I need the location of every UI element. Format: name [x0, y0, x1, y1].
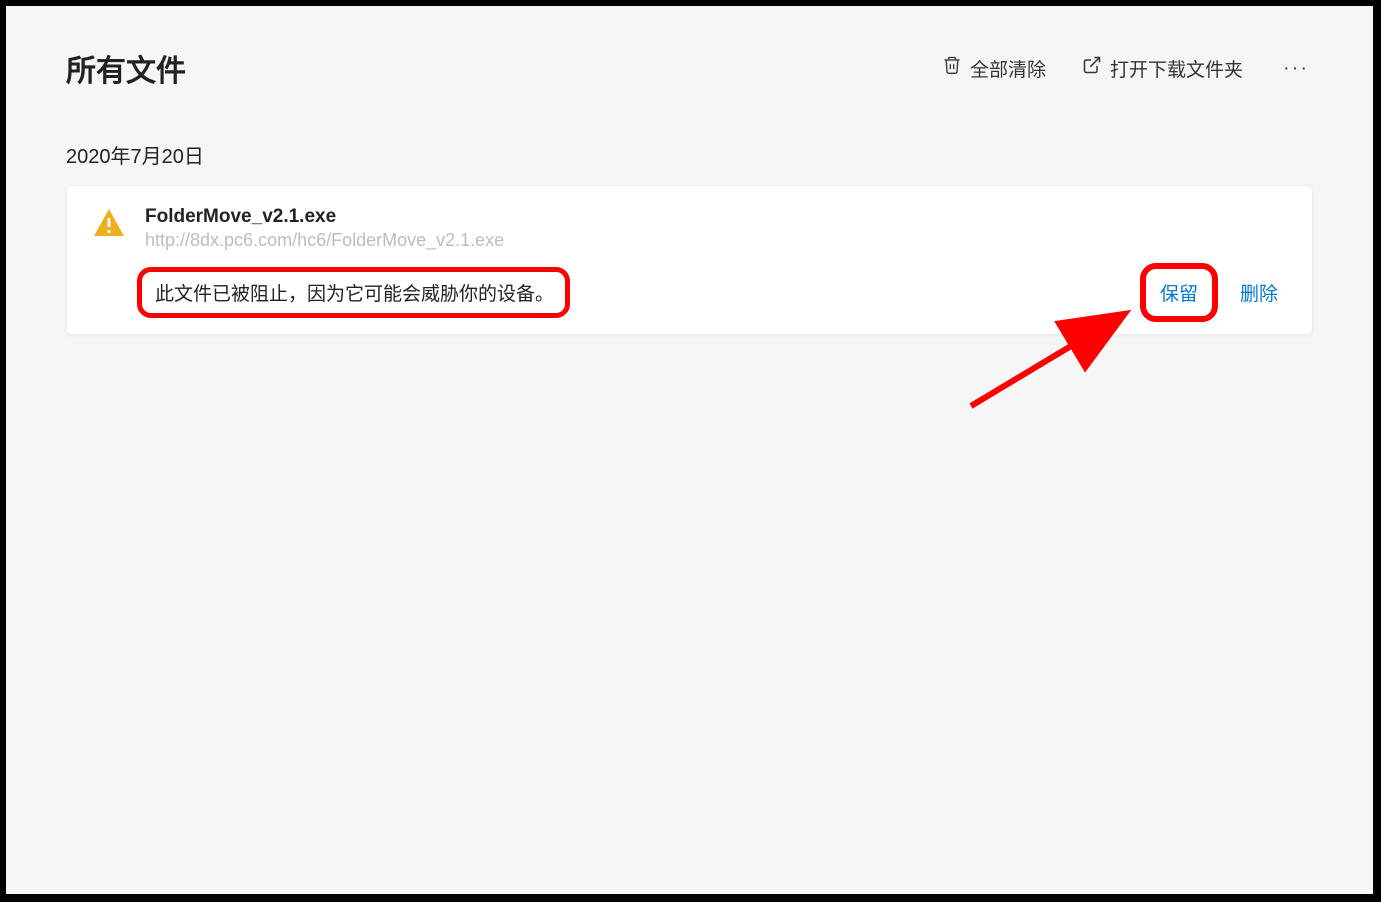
warning-icon: [91, 206, 127, 247]
download-group: 2020年7月20日 FolderMove_v2.1.exe http://8d…: [66, 140, 1313, 335]
more-button[interactable]: ···: [1279, 57, 1313, 80]
delete-button[interactable]: 删除: [1230, 273, 1288, 312]
more-horizontal-icon: ···: [1283, 57, 1309, 80]
blocked-message: 此文件已被阻止，因为它可能会威胁你的设备。: [145, 273, 564, 312]
page-title: 所有文件: [66, 46, 186, 90]
download-item: FolderMove_v2.1.exe http://8dx.pc6.com/h…: [66, 185, 1313, 335]
header-actions: 全部清除 打开下载文件夹 ···: [942, 55, 1313, 82]
file-name: FolderMove_v2.1.exe: [145, 206, 1288, 228]
downloads-header: 所有文件 全部清除 打开下: [66, 46, 1313, 90]
open-folder-button[interactable]: 打开下载文件夹: [1082, 55, 1243, 82]
open-folder-label: 打开下载文件夹: [1110, 55, 1243, 82]
date-label: 2020年7月20日: [66, 140, 1313, 169]
trash-icon: [942, 55, 962, 81]
clear-all-button[interactable]: 全部清除: [942, 55, 1046, 82]
file-url: http://8dx.pc6.com/hc6/FolderMove_v2.1.e…: [145, 230, 1288, 251]
open-external-icon: [1082, 55, 1102, 81]
keep-button[interactable]: 保留: [1150, 273, 1208, 312]
clear-all-label: 全部清除: [970, 55, 1046, 82]
